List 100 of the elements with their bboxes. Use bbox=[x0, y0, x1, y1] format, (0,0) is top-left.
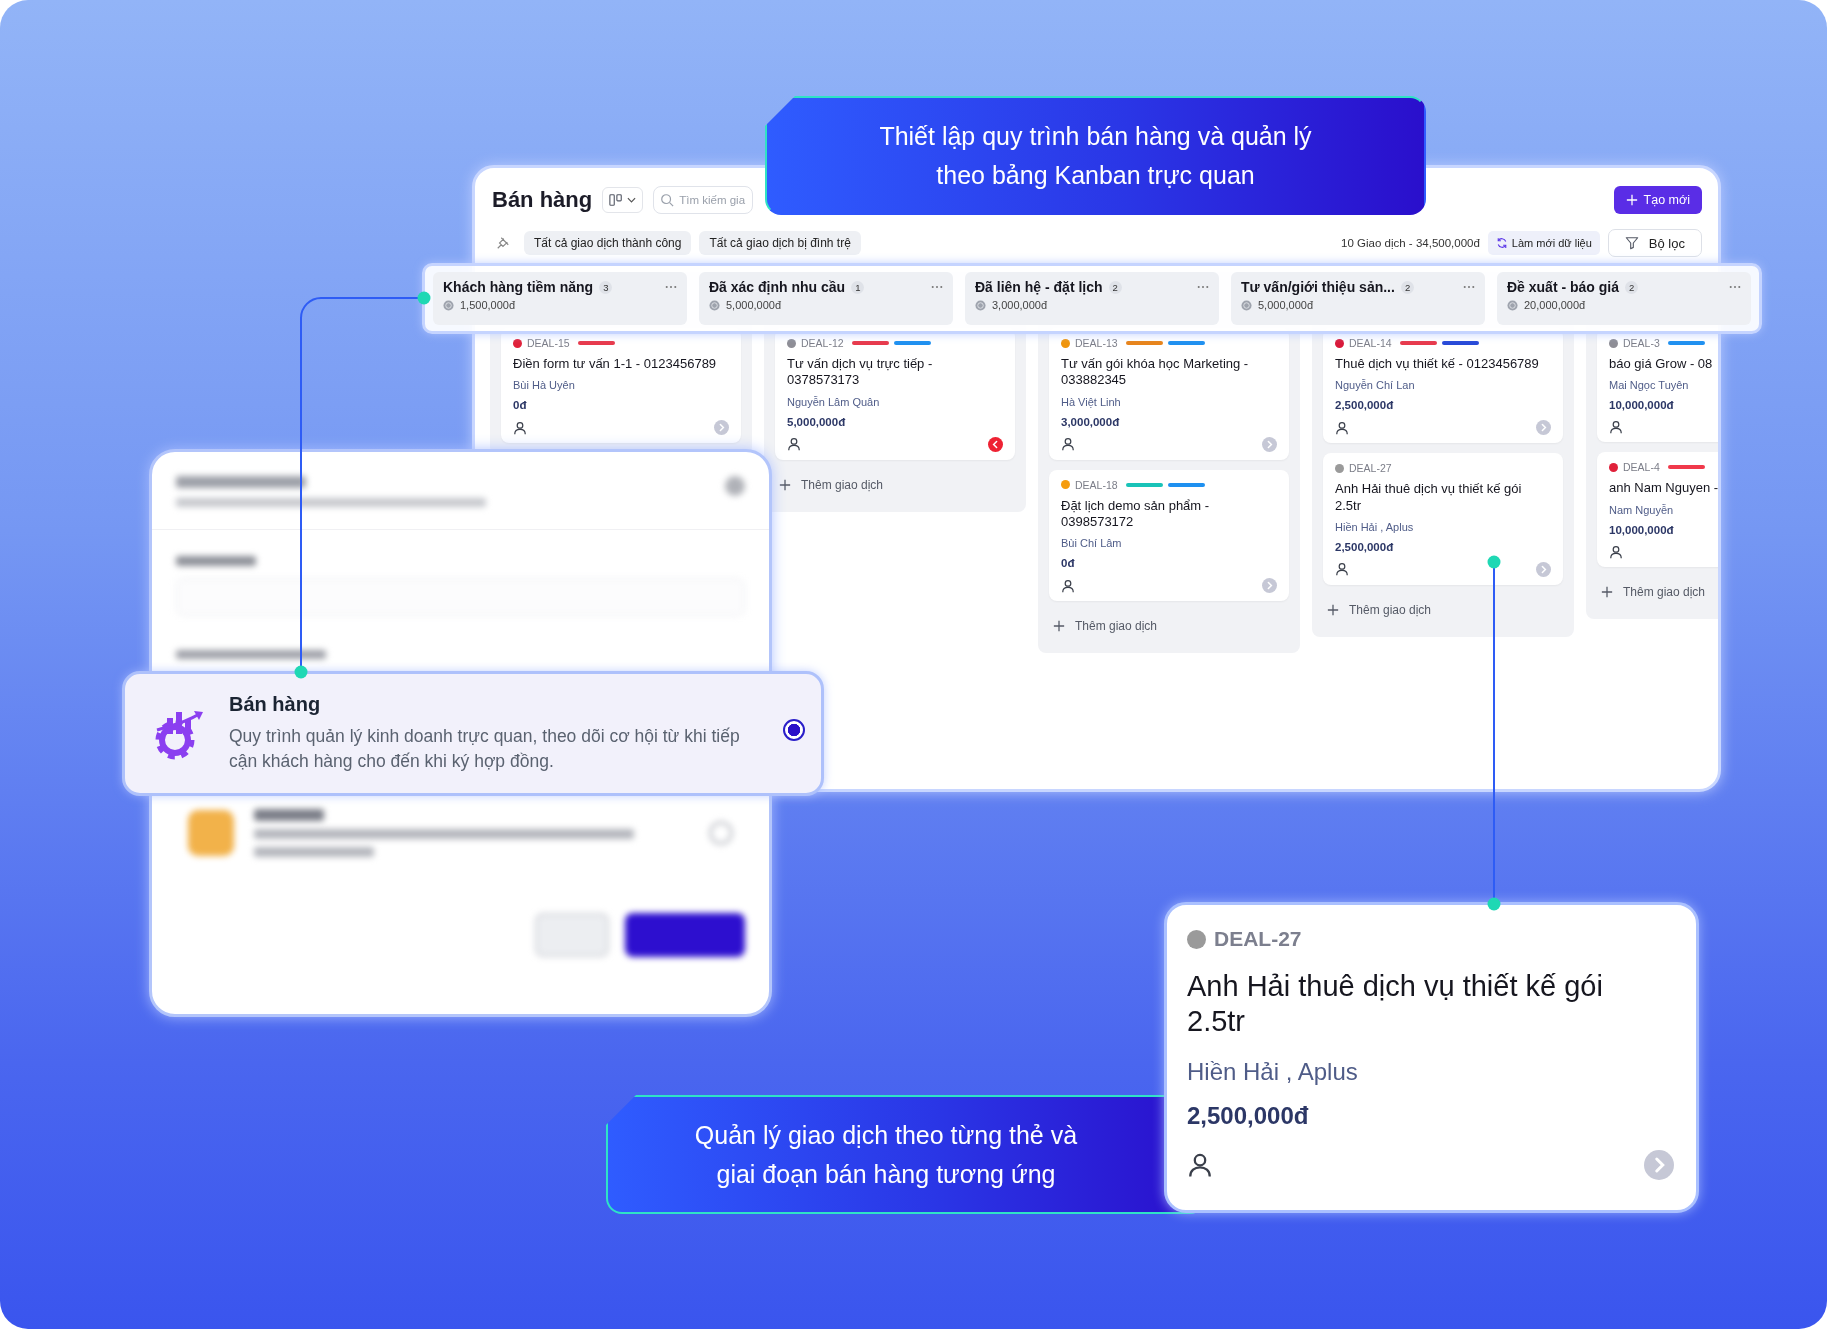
stage-amount: 5,000,000đ bbox=[726, 299, 782, 311]
view-dropdown[interactable] bbox=[602, 187, 644, 213]
deal-amount: 2,500,000đ bbox=[1335, 399, 1395, 412]
filter-chip[interactable]: Tất cả giao dịch bị đình trệ bbox=[699, 231, 861, 255]
more-icon bbox=[1729, 285, 1741, 289]
deal-contact: Nam Nguyễn bbox=[1609, 503, 1675, 516]
deal-contact: Nguyễn Lâm Quân bbox=[787, 395, 881, 408]
plus-icon bbox=[1601, 585, 1613, 598]
add-deal-button[interactable]: Thêm giao dịch bbox=[1597, 576, 1718, 607]
callout-text: Quản lý giao dịch theo từng thẻ và giai đoạn bán hàng tương ứng bbox=[693, 1119, 1079, 1190]
next-button[interactable] bbox=[1262, 436, 1277, 452]
deal-amount: 5,000,000đ bbox=[787, 415, 847, 428]
plus-icon bbox=[1053, 620, 1065, 632]
more-icon bbox=[1463, 285, 1475, 289]
coin-icon bbox=[1241, 299, 1252, 311]
stage-amount: 5,000,000đ bbox=[1258, 299, 1314, 311]
deal-code: DEAL-18 bbox=[1075, 478, 1118, 491]
deal-card[interactable]: DEAL-18 Đặt lịch demo sản phẩm - 0398573172 Bùi Chí Lâm 0đ bbox=[1049, 469, 1289, 601]
deal-amount: 0đ bbox=[1061, 557, 1076, 569]
filter-button[interactable]: Bộ lọc bbox=[1607, 229, 1702, 257]
more-icon bbox=[665, 285, 677, 289]
deal-contact: Hiền Hải , Aplus bbox=[1335, 520, 1415, 533]
stage-header[interactable]: Tư vấn/giới thiệu sản... 2 5,000,000đ bbox=[1231, 272, 1485, 325]
stage-title: Đề xuất - báo giá bbox=[1507, 279, 1620, 295]
search-icon bbox=[660, 193, 675, 207]
stage-header[interactable]: Đã liên hệ - đặt lịch 2 3,000,000đ bbox=[965, 272, 1219, 325]
blurred-icon bbox=[725, 476, 745, 496]
deal-code: DEAL-13 bbox=[1075, 337, 1118, 349]
person-icon bbox=[513, 420, 527, 435]
count-badge: 2 bbox=[1108, 280, 1122, 294]
stage-amount: 1,500,000đ bbox=[460, 299, 516, 311]
option-card[interactable]: Bán hàng Quy trình quản lý kinh doanh trực quan, theo dõi cơ hội từ khi tiếp cận khách hàng cho đến khi ký hợp đồng. bbox=[122, 671, 824, 796]
next-button[interactable] bbox=[1262, 578, 1277, 593]
person-icon bbox=[1609, 544, 1623, 559]
stage-title: Khách hàng tiềm năng bbox=[443, 279, 594, 295]
back-button[interactable] bbox=[988, 436, 1003, 452]
caret-icon bbox=[627, 197, 637, 203]
option-title: Bán hàng bbox=[229, 692, 322, 716]
deal-title: Anh Hải thuê dịch vụ thiết kế gói 2.5tr bbox=[1187, 969, 1604, 1040]
next-button[interactable] bbox=[1536, 561, 1551, 577]
deal-amount: 2,500,000đ bbox=[1187, 1101, 1310, 1130]
deal-card[interactable]: DEAL-27 Anh Hải thuê dịch vụ thiết kế gói 2.5tr Hiền Hải , Aplus 2,500,000đ bbox=[1164, 902, 1699, 1213]
deal-title: Đặt lịch demo sản phẩm - 0398573172 bbox=[1061, 497, 1211, 530]
deal-title: anh Nam Nguyen - bbox=[1609, 480, 1718, 497]
plus-icon bbox=[1625, 194, 1638, 206]
refresh-icon bbox=[1495, 237, 1508, 249]
create-button[interactable]: Tạo mới bbox=[1613, 186, 1702, 214]
stage-header[interactable]: Đề xuất - báo giá 2 20,000,000đ bbox=[1497, 272, 1751, 325]
deal-title: báo giá Grow - 08 bbox=[1609, 356, 1714, 373]
deal-contact: Bùi Chí Lâm bbox=[1061, 537, 1123, 549]
deal-code: DEAL-27 bbox=[1349, 462, 1392, 475]
add-deal-button[interactable]: Thêm giao dịch bbox=[1049, 611, 1289, 641]
deal-contact: Hiền Hải , Aplus bbox=[1187, 1057, 1359, 1086]
coin-icon bbox=[1507, 299, 1518, 311]
stage-title: Tư vấn/giới thiệu sản... bbox=[1241, 279, 1395, 295]
person-icon bbox=[1609, 420, 1623, 435]
stage-header[interactable]: Đã xác định nhu cầu 1 5,000,000đ bbox=[699, 272, 953, 325]
more-icon bbox=[1197, 285, 1209, 289]
deal-title: Anh Hải thuê dịch vụ thiết kế gói 2.5tr bbox=[1335, 481, 1523, 514]
person-icon bbox=[1061, 578, 1075, 593]
deal-contact: Hà Việt Linh bbox=[1061, 395, 1122, 408]
deal-contact: Bùi Hà Uyên bbox=[513, 379, 576, 392]
deal-code: DEAL-27 bbox=[1214, 927, 1302, 951]
deal-code: DEAL-3 bbox=[1623, 337, 1660, 349]
next-button[interactable] bbox=[714, 420, 729, 436]
next-button[interactable] bbox=[1644, 1149, 1674, 1180]
person-icon bbox=[1061, 437, 1075, 451]
stage-amount: 20,000,000đ bbox=[1524, 299, 1586, 311]
stage-header[interactable]: Khách hàng tiềm năng 3 1,500,000đ bbox=[433, 272, 687, 325]
next-button[interactable] bbox=[1536, 420, 1551, 436]
deal-contact: Mai Ngọc Tuyên bbox=[1609, 379, 1690, 392]
radio-button[interactable] bbox=[783, 718, 805, 741]
deal-title: Thuê dịch vụ thiết kế - 0123456789 bbox=[1335, 356, 1540, 373]
add-deal-button[interactable]: Thêm giao dịch bbox=[775, 469, 1015, 500]
deal-summary: 10 Giao dịch - 34,500,000đ bbox=[1341, 237, 1480, 249]
deal-card[interactable]: DEAL-4 anh Nam Nguyen - Nam Nguyễn 10,000,000đ bbox=[1597, 452, 1718, 567]
pin-icon bbox=[496, 236, 510, 250]
deal-title: Điền form tư vấn 1-1 - 0123456789 bbox=[513, 356, 718, 373]
refresh-button[interactable]: Làm mới dữ liệu bbox=[1487, 231, 1600, 255]
blurred-text bbox=[254, 809, 324, 821]
deal-title: Tư vấn dịch vụ trực tiếp - 0378573173 bbox=[787, 356, 934, 389]
coin-icon bbox=[709, 299, 720, 311]
search-field[interactable]: Tìm kiếm gia bbox=[653, 186, 754, 214]
person-icon bbox=[787, 437, 801, 451]
plus-icon bbox=[1327, 603, 1339, 616]
count-badge: 2 bbox=[1625, 280, 1639, 294]
stage-title: Đã liên hệ - đặt lịch bbox=[975, 279, 1103, 295]
callout-text: Thiết lập quy trình bán hàng và quản lý theo bảng Kanban trực quan bbox=[878, 120, 1313, 191]
more-icon bbox=[931, 285, 943, 289]
add-deal-button[interactable]: Thêm giao dịch bbox=[1323, 594, 1563, 625]
deal-contact: Nguyễn Chí Lan bbox=[1335, 379, 1416, 392]
filter-chip[interactable]: Tất cả giao dịch thành công bbox=[524, 231, 692, 255]
deal-amount: 10,000,000đ bbox=[1609, 399, 1675, 412]
deal-amount: 2,500,000đ bbox=[1335, 540, 1395, 553]
deal-amount: 10,000,000đ bbox=[1609, 523, 1675, 536]
count-badge: 1 bbox=[851, 280, 865, 294]
deal-card[interactable]: DEAL-27 Anh Hải thuê dịch vụ thiết kế gói 2.5tr Hiền Hải , Aplus 2,500,000đ bbox=[1323, 453, 1563, 585]
person-icon bbox=[1335, 420, 1349, 435]
person-icon bbox=[1187, 1151, 1213, 1178]
count-badge: 2 bbox=[1400, 280, 1415, 294]
